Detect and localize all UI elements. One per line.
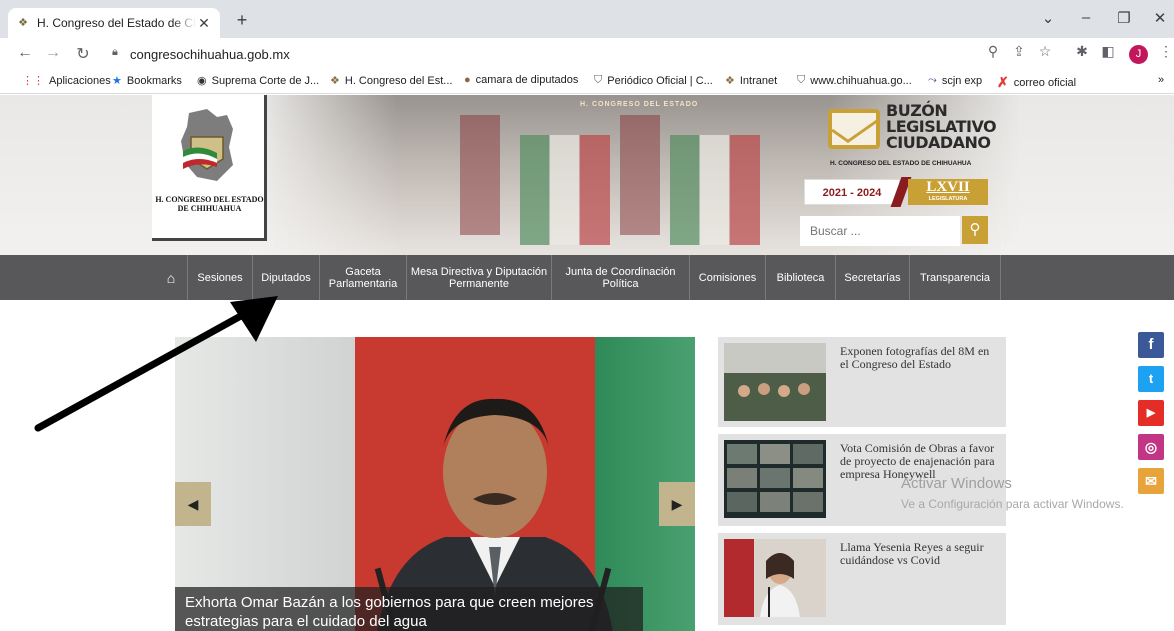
- side-panel-icon[interactable]: ◧: [1098, 43, 1118, 60]
- browser-tab-strip: ❖ H. Congreso del Estado de Chihuahua ✕ …: [0, 0, 1174, 38]
- envelope-icon: [828, 109, 880, 149]
- congreso-favicon: ❖: [18, 17, 28, 29]
- nav-item-gaceta[interactable]: Gaceta Parlamentaria: [320, 255, 407, 300]
- bookmark-camara-diputados[interactable]: ● camara de diputados: [464, 74, 578, 86]
- chihuahua-state-shield-icon: [181, 109, 233, 181]
- bookmark-intranet[interactable]: ❖ Intranet: [725, 74, 777, 88]
- url-text[interactable]: congresochihuahua.gob.mx: [130, 47, 290, 62]
- youtube-icon[interactable]: ▶: [1138, 400, 1164, 426]
- twitter-icon[interactable]: t: [1138, 366, 1164, 392]
- bookmark-aplicaciones[interactable]: ⋮⋮ Aplicaciones: [22, 74, 111, 88]
- browser-tab-active[interactable]: ❖ H. Congreso del Estado de Chihuahua ✕: [8, 8, 220, 38]
- bookmark-correo-oficial[interactable]: ✗ correo oficial: [997, 74, 1076, 91]
- lock-icon[interactable]: 🔒︎: [112, 46, 118, 59]
- bookmark-bookmarks[interactable]: ★ Bookmarks: [112, 74, 182, 88]
- zoom-icon[interactable]: ⚲: [983, 43, 1003, 60]
- slider-caption[interactable]: Exhorta Omar Bazán a los gobiernos para …: [175, 587, 643, 631]
- news-thumbnail: [724, 343, 826, 421]
- globe-icon: ◉: [197, 75, 207, 87]
- nav-item-junta-coordinacion[interactable]: Junta de Coordinación Política: [552, 255, 690, 300]
- reload-icon[interactable]: ↻: [72, 44, 94, 64]
- shield-favicon: ⛉: [594, 74, 603, 86]
- browser-menu-icon[interactable]: ⋮: [1156, 43, 1174, 60]
- restore-window-button[interactable]: ❐: [1112, 9, 1136, 27]
- chamber-wall-text: H. CONGRESO DEL ESTADO: [580, 101, 699, 108]
- logo-caption: H. CONGRESO DEL ESTADO DE CHIHUAHUA: [155, 195, 264, 213]
- windows-activation-subtitle: Ve a Configuración para activar Windows.: [901, 497, 1124, 511]
- congress-logo[interactable]: H. CONGRESO DEL ESTADO DE CHIHUAHUA: [152, 95, 267, 241]
- legislature-number-box: LXVII LEGISLATURA: [908, 179, 988, 205]
- nav-item-transparencia[interactable]: Transparencia: [910, 255, 1001, 300]
- news-title[interactable]: Exponen fotografías del 8M en el Congres…: [840, 345, 1000, 371]
- news-item[interactable]: Exponen fotografías del 8M en el Congres…: [718, 337, 1006, 427]
- bookmark-star-icon[interactable]: ☆: [1035, 43, 1055, 60]
- apps-grid-icon: ⋮⋮: [22, 75, 44, 87]
- more-bookmarks-icon[interactable]: »: [1158, 74, 1164, 86]
- bookmark-congreso[interactable]: ❖ H. Congreso del Est...: [330, 74, 452, 88]
- mexico-flag-right: [670, 135, 760, 245]
- bookmark-periodico-oficial[interactable]: ⛉ Periódico Oficial | C...: [594, 74, 713, 87]
- tab-search-icon[interactable]: ⌄: [1036, 9, 1060, 27]
- bookmarks-bar: ⋮⋮ Aplicaciones ★ Bookmarks ◉ Suprema Corte…: [0, 70, 1174, 94]
- scjn-favicon: ⤳: [928, 74, 937, 86]
- bookmark-suprema-corte[interactable]: ◉ Suprema Corte de J...: [197, 74, 319, 88]
- address-bar[interactable]: 🔒︎ congresochihuahua.gob.mx: [104, 42, 1064, 66]
- legislature-badge: 2021 - 2024 LXVII LEGISLATURA: [804, 177, 988, 207]
- nav-item-biblioteca[interactable]: Biblioteca: [766, 255, 836, 300]
- legislature-years: 2021 - 2024: [804, 179, 900, 205]
- news-item[interactable]: Llama Yesenia Reyes a seguir cuidándose …: [718, 533, 1006, 625]
- news-thumbnail: [724, 539, 826, 617]
- extensions-puzzle-icon[interactable]: ✱: [1072, 43, 1092, 60]
- address-toolbar: ← → ↻ 🔒︎ congresochihuahua.gob.mx ⚲ ⇪ ☆ …: [0, 38, 1174, 70]
- site-search-input[interactable]: [800, 216, 960, 246]
- curtain-left: [460, 115, 500, 235]
- search-icon[interactable]: ⚲: [962, 216, 988, 244]
- facebook-icon[interactable]: f: [1138, 332, 1164, 358]
- congreso-favicon: ❖: [725, 75, 735, 87]
- header-banner: H. CONGRESO DEL ESTADO H. CONGRESO DEL E…: [0, 95, 1174, 255]
- news-thumbnail: [724, 440, 826, 518]
- slider-prev-button[interactable]: ◀: [175, 482, 211, 526]
- close-window-button[interactable]: ✕: [1148, 9, 1172, 27]
- slider-next-button[interactable]: ▶: [659, 482, 695, 526]
- curtain-center: [620, 115, 660, 235]
- instagram-icon[interactable]: ◎: [1138, 434, 1164, 460]
- back-arrow-icon[interactable]: ←: [14, 44, 36, 62]
- windows-activation-title: Activar Windows: [901, 475, 1012, 492]
- camara-favicon: ●: [464, 74, 471, 86]
- red-x-icon: ✗: [997, 74, 1009, 90]
- congreso-favicon: ❖: [330, 75, 340, 87]
- bookmark-chihuahua-gob[interactable]: ⛉ www.chihuahua.go...: [797, 74, 912, 87]
- new-tab-button[interactable]: +: [232, 10, 252, 31]
- minimize-window-button[interactable]: –: [1074, 9, 1098, 26]
- share-icon[interactable]: ⇪: [1009, 43, 1029, 60]
- tab-title: H. Congreso del Estado de Chihuahua: [37, 16, 196, 30]
- profile-avatar[interactable]: J: [1129, 45, 1148, 64]
- annotation-arrow-icon: [34, 296, 278, 432]
- nav-item-comisiones[interactable]: Comisiones: [690, 255, 766, 300]
- news-title[interactable]: Llama Yesenia Reyes a seguir cuidándose …: [840, 541, 1000, 567]
- nav-item-secretarias[interactable]: Secretarías: [836, 255, 910, 300]
- star-icon: ★: [112, 75, 122, 87]
- forward-arrow-icon[interactable]: →: [42, 44, 64, 62]
- bookmark-scjn-exp[interactable]: ⤳ scjn exp: [928, 74, 982, 87]
- mexico-flag-left: [520, 135, 610, 245]
- shield-favicon: ⛉: [797, 74, 806, 86]
- buzon-legislativo-banner[interactable]: BUZÓN LEGISLATIVO CIUDADANO H. CONGRESO …: [828, 103, 997, 173]
- email-icon[interactable]: ✉: [1138, 468, 1164, 494]
- nav-item-mesa-directiva[interactable]: Mesa Directiva y Diputación Permanente: [407, 255, 552, 300]
- close-tab-icon[interactable]: ✕: [196, 15, 212, 32]
